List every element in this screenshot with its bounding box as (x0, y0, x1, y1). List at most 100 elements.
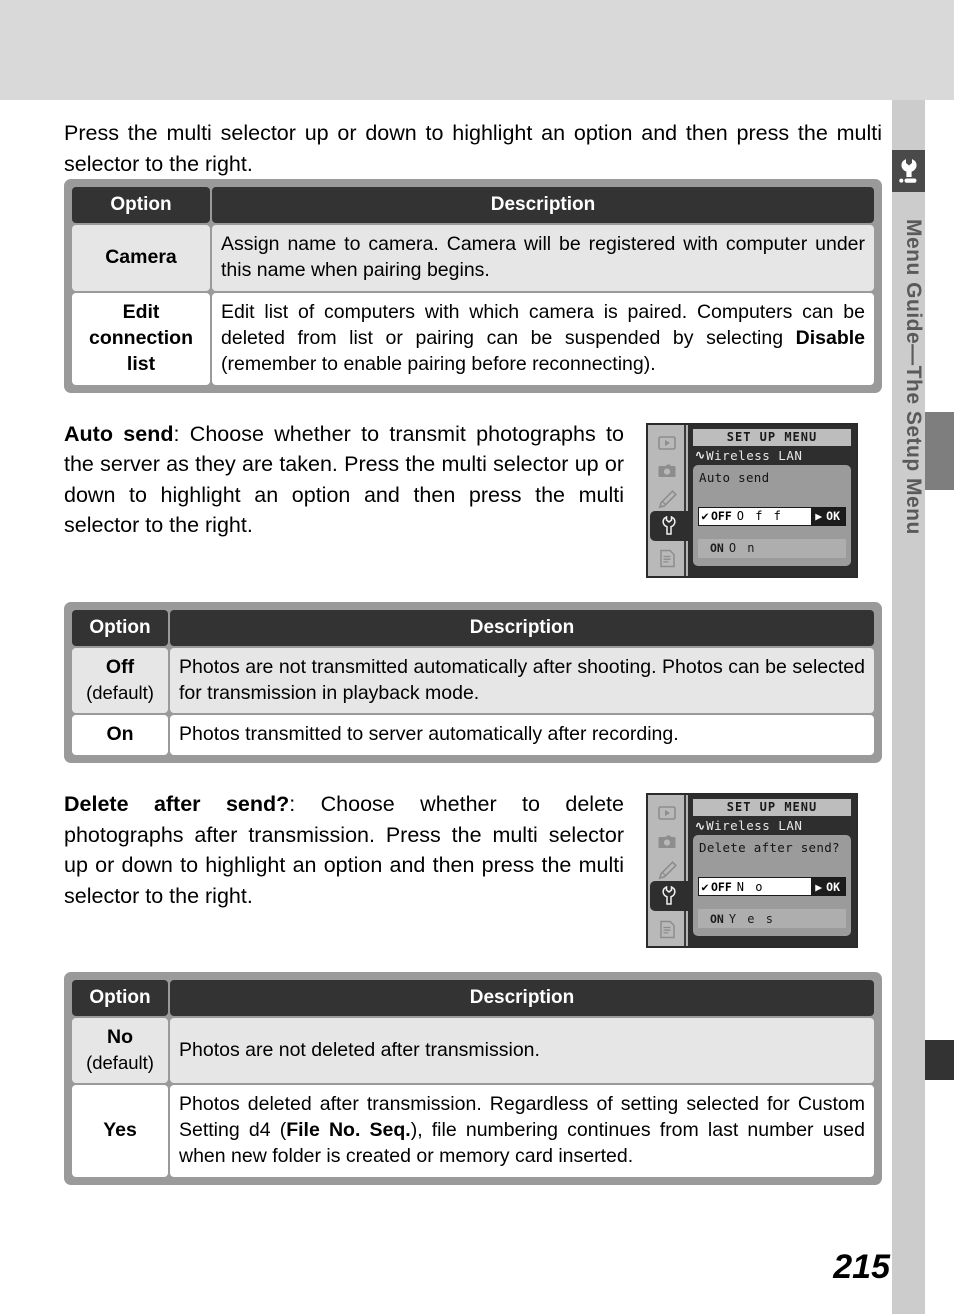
right-arrow-icon: ▶ (815, 509, 823, 524)
lcd-option-flag: ON (710, 541, 724, 556)
recent-settings-icon (652, 917, 682, 941)
lcd-option-flag: OFF (711, 879, 732, 894)
page-top-band (0, 0, 954, 100)
lcd-screen: SET UP MENU ∿ Wireless LAN Delete after … (688, 795, 856, 947)
recent-settings-icon (652, 547, 682, 571)
delete-after-send-section: Delete after send?: Choose whether to de… (64, 789, 882, 949)
auto-send-text: Auto send: Choose whether to transmit ph… (64, 419, 624, 541)
lcd-option-panel: Auto send ✔ OFF O f f ▶ OK ON O n (693, 464, 851, 566)
pencil-icon (652, 858, 682, 882)
option-name: Camera (72, 225, 210, 291)
delete-after-send-lcd-holder: SET UP MENU ∿ Wireless LAN Delete after … (646, 789, 860, 949)
edge-tab-gray (925, 412, 954, 490)
lcd-ok-label: OK (826, 879, 840, 894)
delete-after-send-term: Delete after send? (64, 792, 290, 817)
lcd-breadcrumb: ∿ Wireless LAN (693, 446, 851, 465)
option-label: No (107, 1026, 133, 1049)
table-row: Off (default) Photos are not transmitted… (72, 647, 874, 714)
option-description: Photos deleted after transmission. Regar… (170, 1084, 874, 1177)
table-row: Camera Assign name to camera. Camera wil… (72, 225, 874, 291)
option-description: Assign name to camera. Camera will be re… (212, 225, 874, 291)
lcd-icon-sidebar (648, 424, 688, 576)
option-default-note: (default) (86, 1052, 154, 1074)
column-header-option: Option (72, 187, 210, 224)
page-content: Press the multi selector up or down to h… (64, 118, 882, 1185)
lcd-ok-button[interactable]: ▶ OK (811, 507, 845, 525)
table-header-row: Option Description (72, 980, 874, 1017)
wireless-signal-icon: ∿ (695, 818, 705, 833)
chapter-title: Menu Guide—The Setup Menu (902, 219, 925, 535)
lcd-option-label: O f f (736, 509, 783, 524)
delete-after-send-paragraph: Delete after send?: Choose whether to de… (64, 789, 624, 911)
table-row: No (default) Photos are not deleted afte… (72, 1018, 874, 1083)
option-description: Photos are not transmitted automatically… (170, 647, 874, 714)
option-default-note: (default) (86, 682, 154, 704)
lcd-menu-title: SET UP MENU (693, 799, 851, 817)
auto-send-lcd-holder: SET UP MENU ∿ Wireless LAN Auto send ✔ O… (646, 419, 860, 578)
option-name: No (default) (72, 1018, 168, 1083)
table-row: Edit connection list Edit list of comput… (72, 292, 874, 385)
auto-send-options-table: Option Description Off (default) Photos … (64, 601, 882, 764)
option-name: Off (default) (72, 647, 168, 714)
camera-icon (652, 460, 682, 484)
table-row: Yes Photos deleted after transmission. R… (72, 1084, 874, 1177)
lcd-option-row-selected[interactable]: ✔ OFF O f f ▶ OK (698, 506, 846, 526)
checkmark-icon: ✔ (701, 509, 709, 524)
lcd-option-flag: ON (710, 911, 724, 926)
lcd-breadcrumb-label: Wireless LAN (706, 447, 803, 463)
table-header-row: Option Description (72, 187, 874, 224)
lcd-ok-button[interactable]: ▶ OK (811, 878, 845, 896)
checkmark-icon: ✔ (701, 879, 709, 894)
camera-lcd-delete-after-send: SET UP MENU ∿ Wireless LAN Delete after … (646, 793, 858, 949)
delete-after-send-text: Delete after send?: Choose whether to de… (64, 789, 624, 911)
connection-options-table: Option Description Camera Assign name to… (64, 179, 882, 393)
option-label: Off (105, 656, 135, 679)
lcd-breadcrumb-label: Wireless LAN (706, 818, 803, 834)
delete-after-send-options-table: Option Description No (default) Photos a… (64, 972, 882, 1185)
desc-emphasis: File No. Seq. (286, 1118, 411, 1141)
auto-send-paragraph: Auto send: Choose whether to transmit ph… (64, 419, 624, 541)
auto-send-term: Auto send (64, 421, 174, 446)
option-description: Edit list of computers with which camera… (212, 292, 874, 385)
lcd-screen: SET UP MENU ∿ Wireless LAN Auto send ✔ O… (688, 424, 856, 576)
option-name: Yes (72, 1084, 168, 1177)
table-header-row: Option Description (72, 609, 874, 646)
lcd-ok-label: OK (826, 509, 840, 524)
pencil-icon (652, 488, 682, 512)
edge-tab-dark (925, 1040, 954, 1080)
wrench-icon (892, 150, 925, 192)
lcd-option-panel: Delete after send? ✔ OFF N o ▶ OK ON Y e… (693, 835, 851, 937)
column-header-description: Description (170, 609, 874, 646)
lcd-option-row[interactable]: ON Y e s (698, 909, 846, 929)
option-name: Edit connection list (72, 292, 210, 385)
playback-icon (652, 431, 682, 455)
lcd-option-label: N o (736, 879, 765, 894)
desc-emphasis: Disable (795, 326, 865, 349)
table-row: On Photos transmitted to server automati… (72, 715, 874, 756)
option-name: On (72, 715, 168, 756)
auto-send-section: Auto send: Choose whether to transmit ph… (64, 419, 882, 578)
lcd-option-heading: Auto send (699, 469, 770, 485)
lcd-option-row[interactable]: ON O n (698, 538, 846, 558)
column-header-option: Option (72, 609, 168, 646)
lcd-menu-title: SET UP MENU (693, 428, 851, 446)
wrench-icon (650, 881, 688, 912)
page-number: 215 (833, 1248, 890, 1286)
lcd-option-row-selected[interactable]: ✔ OFF N o ▶ OK (698, 877, 846, 897)
lcd-option-label: Y e s (728, 911, 775, 926)
wrench-icon (650, 510, 688, 541)
lcd-option-label: O n (728, 541, 757, 556)
column-header-description: Description (170, 980, 874, 1017)
option-description: Photos are not deleted after transmissio… (170, 1018, 874, 1083)
camera-icon (652, 830, 682, 854)
lcd-option-heading: Delete after send? (699, 840, 840, 856)
intro-paragraph: Press the multi selector up or down to h… (64, 121, 882, 176)
option-description: Photos transmitted to server automatical… (170, 715, 874, 756)
lcd-breadcrumb: ∿ Wireless LAN (693, 816, 851, 835)
lcd-icon-sidebar (648, 795, 688, 947)
desc-pre: Edit list of computers with which camera… (221, 300, 865, 349)
camera-lcd-auto-send: SET UP MENU ∿ Wireless LAN Auto send ✔ O… (646, 422, 858, 578)
column-header-option: Option (72, 980, 168, 1017)
right-arrow-icon: ▶ (815, 879, 823, 894)
wireless-signal-icon: ∿ (695, 448, 705, 463)
